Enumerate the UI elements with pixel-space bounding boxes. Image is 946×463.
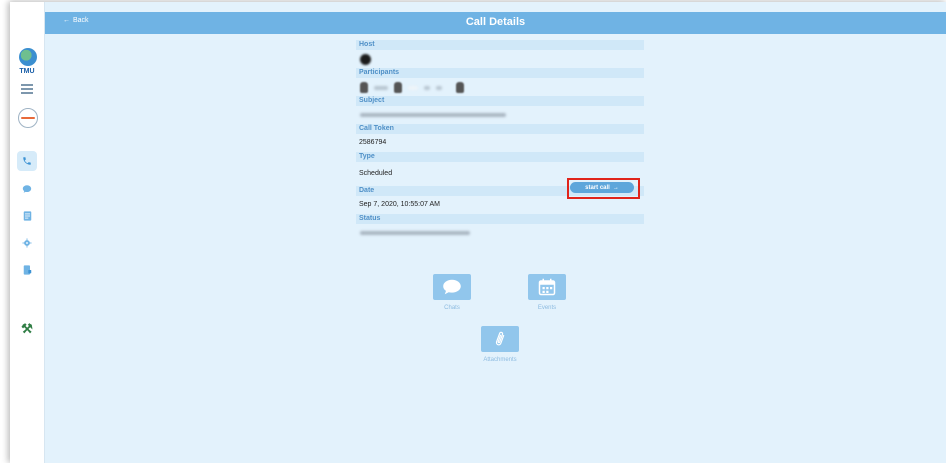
tools-icon[interactable]: ⚒ xyxy=(18,321,36,337)
host-label: Host xyxy=(356,40,644,50)
participant-name-redacted xyxy=(436,85,442,90)
top-bar: ← Back Call Details xyxy=(45,12,946,34)
sidebar-item-calls[interactable] xyxy=(17,151,37,171)
calendar-icon xyxy=(538,278,556,296)
page-title: Call Details xyxy=(465,16,526,28)
chats-tile-button[interactable] xyxy=(433,274,471,300)
attachments-tile[interactable]: Attachments xyxy=(481,326,519,363)
participant-avatar[interactable] xyxy=(394,82,402,93)
sidebar-item-chats[interactable] xyxy=(17,179,37,199)
document-icon xyxy=(23,211,31,221)
sidebar-item-settings[interactable] xyxy=(17,233,37,253)
participants-label: Participants xyxy=(356,68,644,78)
type-label: Type xyxy=(356,152,644,162)
organization-logo xyxy=(18,108,38,128)
host-value xyxy=(356,50,644,68)
app-logo xyxy=(19,48,37,66)
sidebar-item-reports[interactable] xyxy=(17,260,37,280)
events-tile[interactable]: Events xyxy=(528,274,566,311)
call-token-label: Call Token xyxy=(356,124,644,134)
call-token-value: 2586794 xyxy=(359,139,387,146)
subject-text-redacted xyxy=(360,113,506,117)
paperclip-icon xyxy=(495,331,505,346)
sidebar-item-documents[interactable] xyxy=(17,206,37,226)
attachments-tile-label: Attachments xyxy=(483,357,517,363)
chats-tile[interactable]: Chats xyxy=(433,274,471,311)
chat-icon xyxy=(22,185,32,193)
subject-label: Subject xyxy=(356,96,644,106)
chat-bubble-icon xyxy=(443,279,461,295)
participant-name-redacted xyxy=(408,85,418,90)
gear-icon xyxy=(22,238,32,248)
participants-value xyxy=(356,78,644,96)
hamburger-menu-icon[interactable] xyxy=(21,84,33,96)
participants-list xyxy=(360,82,464,93)
phone-icon xyxy=(23,157,31,165)
participant-avatar[interactable] xyxy=(360,82,368,93)
sidebar: TMU ⚒ xyxy=(10,2,45,463)
arrow-right-icon: → xyxy=(612,184,619,191)
subject-value xyxy=(356,106,644,124)
chats-tile-label: Chats xyxy=(444,305,460,311)
events-tile-button[interactable] xyxy=(528,274,566,300)
start-call-label: start call xyxy=(585,184,610,191)
status-text-redacted xyxy=(360,231,470,235)
status-value xyxy=(356,224,644,242)
report-icon xyxy=(23,265,31,275)
app-logo-text: TMU xyxy=(19,68,35,75)
participant-name-redacted xyxy=(424,85,430,90)
events-tile-label: Events xyxy=(537,305,557,311)
call-details-panel: Host Participants Subject Call Token 258… xyxy=(356,40,644,242)
participant-avatar[interactable] xyxy=(456,82,464,93)
participant-name-redacted xyxy=(374,85,388,90)
attachments-tile-button[interactable] xyxy=(481,326,519,352)
start-call-button[interactable]: start call → xyxy=(570,182,634,193)
host-avatar[interactable] xyxy=(360,54,371,65)
sidebar-top-strip xyxy=(10,2,44,12)
status-label: Status xyxy=(356,214,644,224)
